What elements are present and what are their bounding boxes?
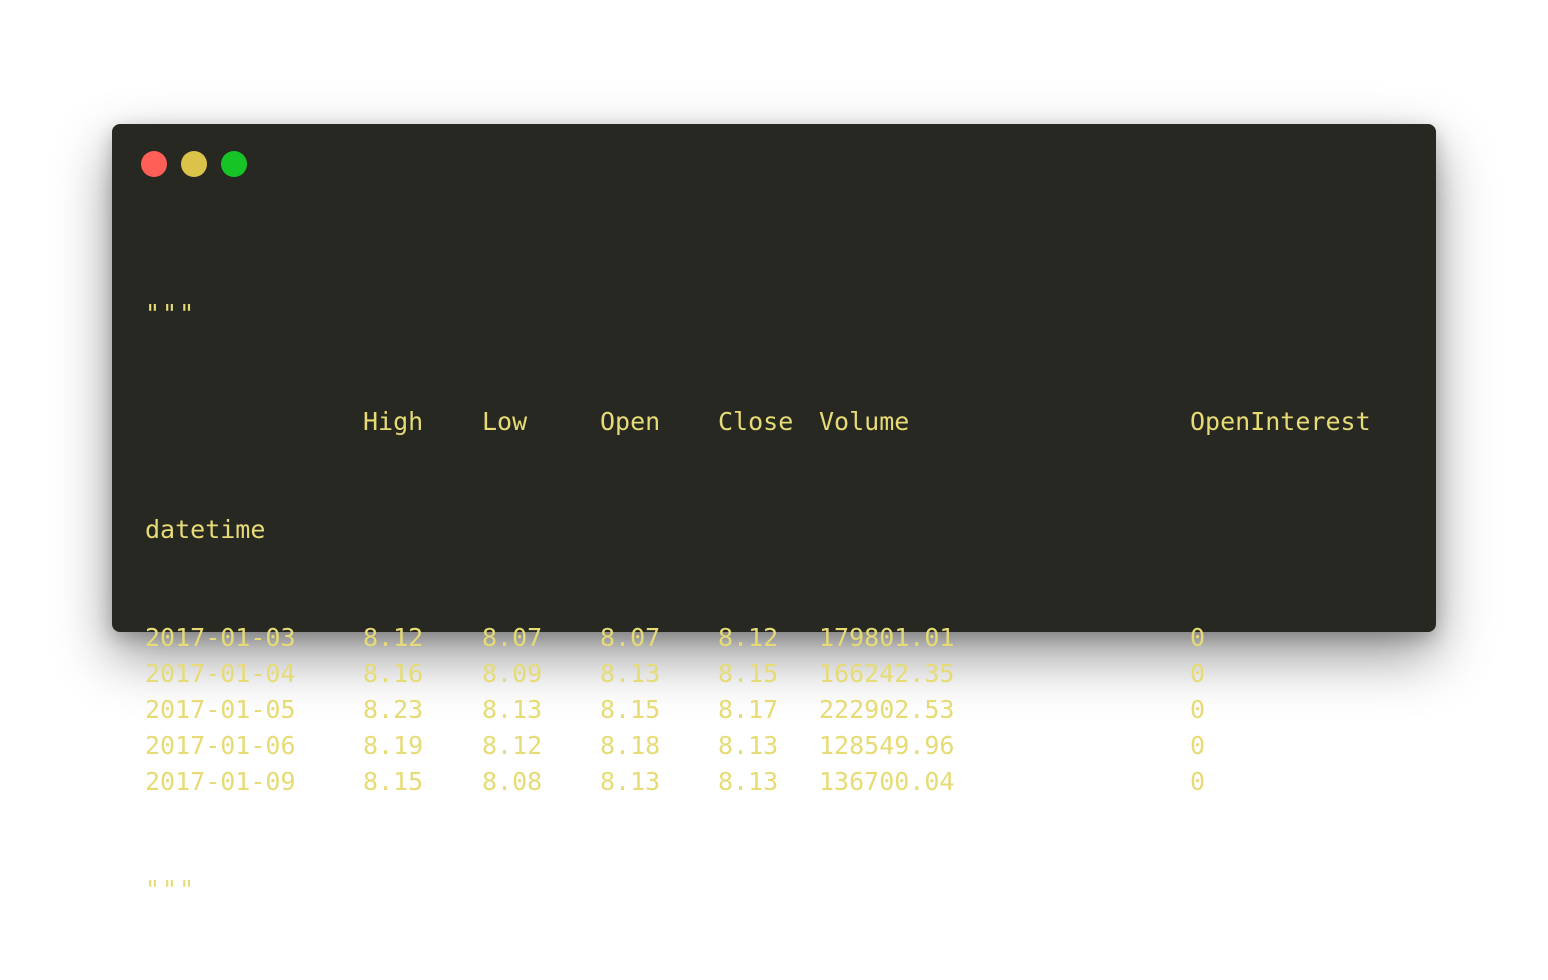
- cell-high: 8.23: [363, 695, 424, 724]
- column-header-open: Open: [600, 407, 661, 436]
- cell-datetime: 2017-01-05: [145, 695, 296, 724]
- column-header-openinterest: OpenInterest: [1190, 407, 1371, 436]
- index-name-row: datetime: [145, 512, 1436, 548]
- column-header-high: High: [363, 407, 424, 436]
- cell-high: 8.16: [363, 659, 424, 688]
- docstring-open-quote: """: [145, 299, 197, 328]
- cell-datetime: 2017-01-03: [145, 623, 296, 652]
- table-row: 2017-01-05 8.23 8.13 8.15 8.17 222902.53 0: [145, 692, 1436, 728]
- table-header-row: High Low Open Close Volume OpenInterest: [145, 404, 1436, 440]
- cell-volume: 128549.96: [819, 731, 955, 760]
- cell-openinterest: 0: [1190, 659, 1206, 688]
- cell-close: 8.17: [718, 695, 779, 724]
- column-header-close: Close: [718, 407, 794, 436]
- column-header-volume: Volume: [819, 407, 910, 436]
- cell-close: 8.13: [718, 731, 779, 760]
- cell-open: 8.07: [600, 623, 661, 652]
- cell-low: 8.09: [482, 659, 543, 688]
- close-window-button[interactable]: [141, 151, 167, 177]
- cell-close: 8.13: [718, 767, 779, 796]
- cell-datetime: 2017-01-04: [145, 659, 296, 688]
- cell-high: 8.15: [363, 767, 424, 796]
- cell-datetime: 2017-01-06: [145, 731, 296, 760]
- cell-open: 8.13: [600, 659, 661, 688]
- cell-volume: 166242.35: [819, 659, 955, 688]
- maximize-window-button[interactable]: [221, 151, 247, 177]
- terminal-window: """ High Low Open Close Volume OpenInter…: [112, 124, 1436, 904]
- cell-volume: 222902.53: [819, 695, 955, 724]
- cell-volume: 179801.01: [819, 623, 955, 652]
- cell-openinterest: 0: [1190, 695, 1206, 724]
- table-row: 2017-01-06 8.19 8.12 8.18 8.13 128549.96 0: [145, 728, 1436, 764]
- cell-low: 8.07: [482, 623, 543, 652]
- cell-close: 8.15: [718, 659, 779, 688]
- index-name: datetime: [145, 515, 266, 544]
- table-row: 2017-01-09 8.15 8.08 8.13 8.13 136700.04 0: [145, 764, 1436, 800]
- docstring-close-quote: """: [145, 875, 197, 904]
- docstring-close-line: """: [145, 872, 1436, 908]
- cell-low: 8.13: [482, 695, 543, 724]
- cell-open: 8.18: [600, 731, 661, 760]
- cell-low: 8.12: [482, 731, 543, 760]
- cell-openinterest: 0: [1190, 767, 1206, 796]
- cell-volume: 136700.04: [819, 767, 955, 796]
- table-row: 2017-01-04 8.16 8.09 8.13 8.15 166242.35 0: [145, 656, 1436, 692]
- cell-close: 8.12: [718, 623, 779, 652]
- cell-openinterest: 0: [1190, 731, 1206, 760]
- cell-open: 8.15: [600, 695, 661, 724]
- cell-openinterest: 0: [1190, 623, 1206, 652]
- minimize-window-button[interactable]: [181, 151, 207, 177]
- cell-high: 8.12: [363, 623, 424, 652]
- cell-low: 8.08: [482, 767, 543, 796]
- cell-open: 8.13: [600, 767, 661, 796]
- column-header-low: Low: [482, 407, 528, 436]
- cell-datetime: 2017-01-09: [145, 767, 296, 796]
- cell-high: 8.19: [363, 731, 424, 760]
- docstring-open-line: """: [145, 296, 1436, 332]
- table-body: 2017-01-03 8.12 8.07 8.07 8.12 179801.01 0 2017…: [145, 620, 1436, 800]
- code-output: """ High Low Open Close Volume OpenInter…: [145, 224, 1436, 980]
- table-row: 2017-01-03 8.12 8.07 8.07 8.12 179801.01 0: [145, 620, 1436, 656]
